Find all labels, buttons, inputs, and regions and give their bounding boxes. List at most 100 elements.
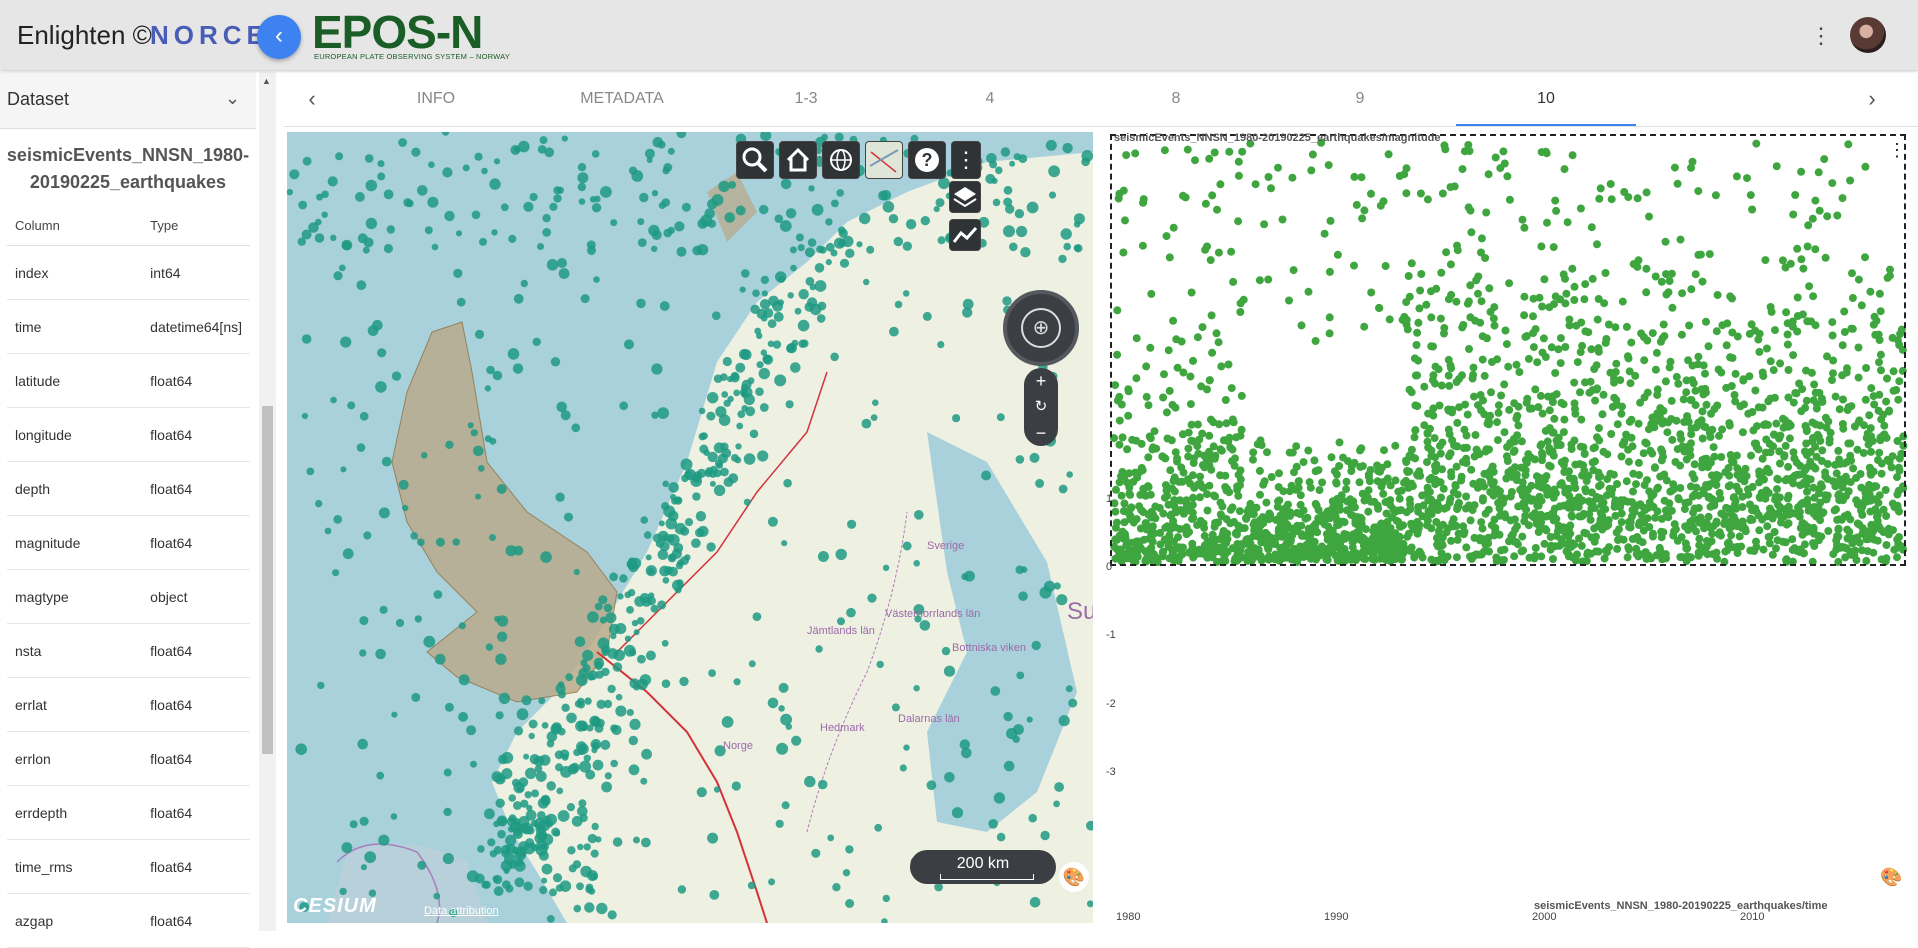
x-tick-label: 2000 (1532, 911, 1557, 923)
tab-9[interactable]: 9 (1270, 72, 1450, 126)
tab-scroll-left-icon[interactable]: ‹ (297, 72, 327, 126)
type-header: Type (142, 205, 250, 246)
map-layer-icon[interactable] (865, 141, 903, 179)
tab-scroll-right-icon[interactable]: › (1857, 72, 1887, 126)
column-name: magnitude (7, 515, 143, 570)
cesium-logo[interactable]: CESIUM (293, 895, 377, 918)
y-tick-label: 0 (1106, 561, 1113, 573)
epos-logo: EPOS-N EUROPEAN PLATE OBSERVING SYSTEM –… (312, 6, 510, 64)
scroll-up-icon[interactable]: ▲ (262, 76, 271, 86)
table-row: latitude float64 (7, 353, 250, 408)
collapse-sidebar-button[interactable]: ‹ (257, 15, 301, 59)
column-name: errlat (7, 677, 143, 732)
scatter-plot-panel[interactable]: seismicEvents_NNSN_1980-20190225_earthqu… (1104, 132, 1910, 923)
column-type: float64 (142, 461, 250, 516)
chevron-down-icon: ⌄ (225, 88, 241, 108)
column-name: longitude (7, 407, 143, 462)
norce-logo: NORCE (150, 20, 269, 50)
table-row: longitude float64 (7, 407, 250, 462)
columns-table: Column Type index int64 time datetime64[ns]… (7, 205, 250, 948)
scale-line (940, 874, 1034, 880)
tab-10[interactable]: 10 (1456, 72, 1636, 126)
table-row: magtype object (7, 569, 250, 624)
table-row: index int64 (7, 245, 250, 300)
column-type: float64 (142, 839, 250, 894)
tab-8[interactable]: 8 (1086, 72, 1266, 126)
x-tick-label: 2010 (1740, 911, 1765, 923)
home-icon[interactable] (779, 141, 817, 179)
zoom-out-icon[interactable]: − (1024, 420, 1058, 446)
y-axis-label: seismicEvents_NNSN_1980-20190225_earthqu… (1114, 132, 1441, 144)
epos-logo-subtitle: EUROPEAN PLATE OBSERVING SYSTEM – NORWAY (314, 52, 510, 61)
app-title: Enlighten © (17, 20, 152, 50)
column-name: errlon (7, 731, 143, 786)
column-name: depth (7, 461, 143, 516)
map-place-label: Västernorrlands län (885, 608, 980, 620)
zoom-control[interactable]: + ↻ − (1024, 368, 1058, 446)
tab-4[interactable]: 4 (900, 72, 1080, 126)
table-row: time datetime64[ns] (7, 299, 250, 354)
chevron-left-icon: ‹ (275, 22, 283, 49)
more-vert-icon[interactable]: ⋮ (951, 141, 981, 179)
column-name: azgap (7, 893, 143, 948)
column-type: float64 (142, 677, 250, 732)
map-place-label: Hedmark (820, 722, 865, 734)
scale-label: 200 km (956, 855, 1010, 872)
column-type: float64 (142, 893, 250, 948)
column-header: Column (7, 205, 143, 246)
zoom-in-icon[interactable]: + (1024, 368, 1058, 394)
layers-icon[interactable] (949, 181, 981, 213)
tab-info[interactable]: INFO (346, 72, 526, 126)
palette-icon[interactable]: 🎨 (1880, 867, 1902, 888)
table-row: depth float64 (7, 461, 250, 516)
column-name: latitude (7, 353, 143, 408)
column-name: time_rms (7, 839, 143, 894)
column-type: float64 (142, 407, 250, 462)
svg-text:?: ? (922, 150, 933, 170)
table-row: time_rms float64 (7, 839, 250, 894)
compass-control[interactable]: ⊕ (1003, 290, 1079, 366)
map-place-label: Sverige (927, 540, 964, 552)
more-vert-icon[interactable]: ⋮ (1888, 140, 1906, 161)
x-tick-label: 1980 (1116, 911, 1141, 923)
column-type: object (142, 569, 250, 624)
table-row: nsta float64 (7, 623, 250, 678)
x-axis-label: seismicEvents_NNSN_1980-20190225_earthqu… (1534, 900, 1828, 912)
map-place-label: Dalarnas län (898, 713, 960, 725)
column-type: float64 (142, 353, 250, 408)
selection-box[interactable] (1110, 134, 1906, 566)
epos-logo-title: EPOS-N (312, 6, 483, 58)
sidebar-scrollbar-thumb[interactable] (262, 406, 273, 754)
column-name: magtype (7, 569, 143, 624)
column-type: float64 (142, 785, 250, 840)
globe-icon[interactable] (822, 141, 860, 179)
palette-icon[interactable]: 🎨 (1059, 862, 1089, 892)
map-view[interactable]: Norge Sverige Jämtlands län Västernorrlands… (287, 132, 1093, 923)
search-icon[interactable] (736, 141, 774, 179)
chart-line-icon[interactable] (949, 219, 981, 251)
column-type: float64 (142, 515, 250, 570)
table-row: azgap float64 (7, 893, 250, 948)
y-tick-label: 1 (1106, 493, 1113, 505)
reset-zoom-icon[interactable]: ↻ (1024, 394, 1058, 420)
column-name: nsta (7, 623, 143, 678)
map-place-label: Norge (723, 740, 753, 752)
tab-1-3[interactable]: 1-3 (716, 72, 896, 126)
map-place-label: Bottniska viken (952, 642, 1026, 654)
more-vert-icon[interactable]: ⋮ (1810, 22, 1832, 50)
column-type: datetime64[ns] (142, 299, 250, 354)
tab-bar: ‹ INFO METADATA 1-3 4 8 9 10 › (284, 72, 1918, 127)
column-name: errdepth (7, 785, 143, 840)
table-row: errlon float64 (7, 731, 250, 786)
sidebar: Dataset ⌄ seismicEvents_NNSN_1980-201902… (0, 72, 276, 948)
help-icon[interactable]: ? (908, 141, 946, 179)
table-row: magnitude float64 (7, 515, 250, 570)
column-type: float64 (142, 623, 250, 678)
tab-metadata[interactable]: METADATA (532, 72, 712, 126)
dataset-selector[interactable]: Dataset ⌄ (0, 72, 256, 129)
x-tick-label: 1990 (1324, 911, 1349, 923)
data-attribution-link[interactable]: Data attribution (424, 905, 499, 917)
avatar[interactable] (1850, 17, 1886, 53)
table-header-row: Column Type (7, 205, 250, 246)
y-tick-label: -3 (1106, 766, 1116, 778)
